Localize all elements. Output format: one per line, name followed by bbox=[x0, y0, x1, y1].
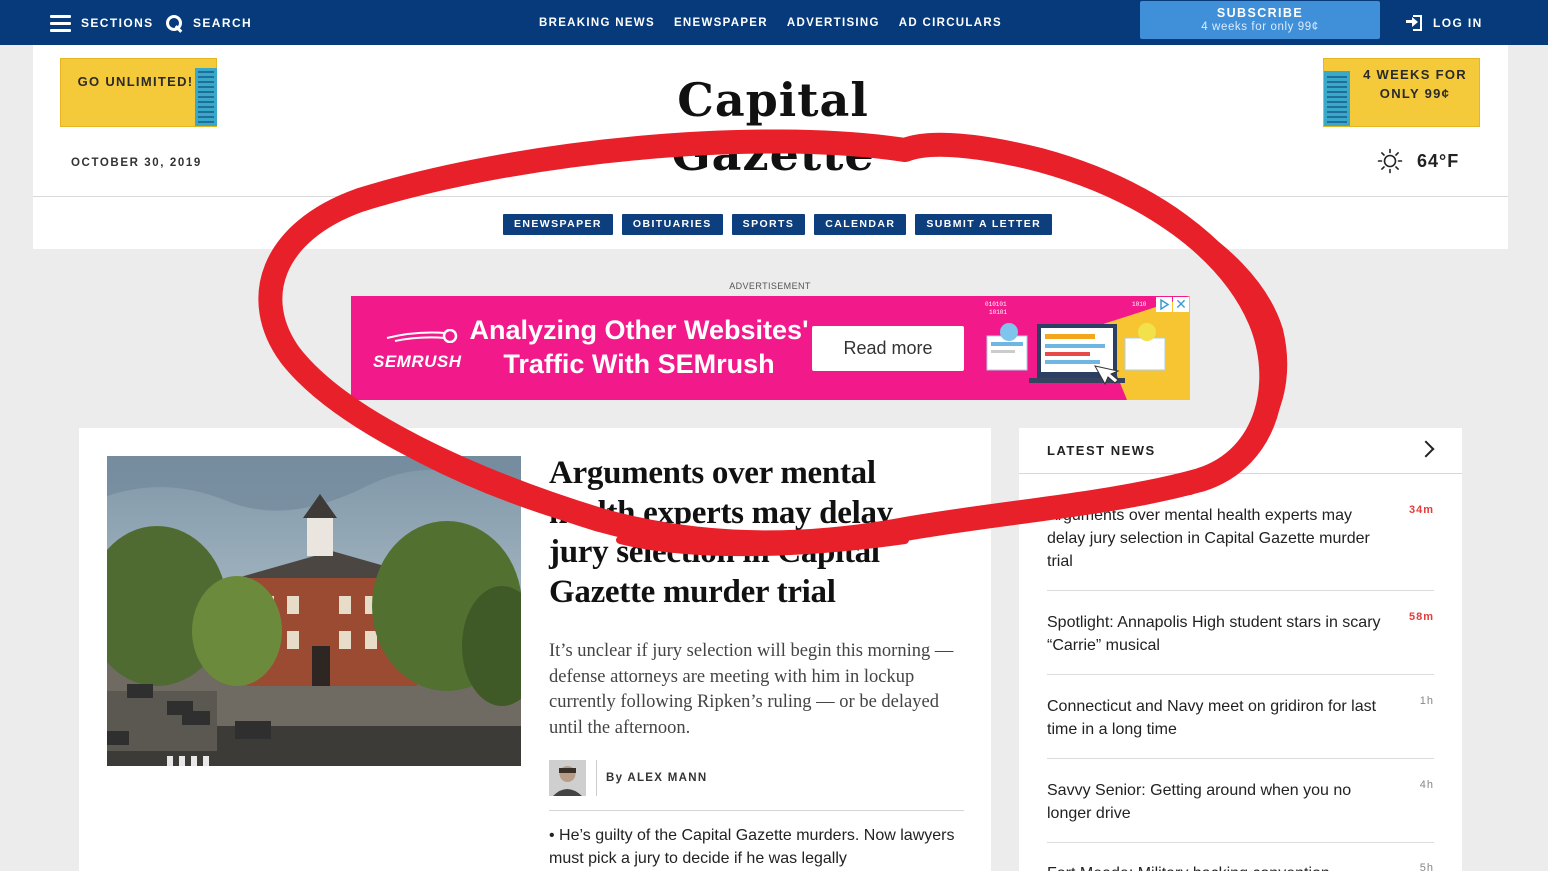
latest-news-title: LATEST NEWS bbox=[1047, 443, 1156, 458]
ad-headline-line-1: Analyzing Other Websites' bbox=[469, 315, 809, 345]
ad-headline: Analyzing Other Websites' Traffic With S… bbox=[469, 313, 809, 381]
list-item[interactable]: Spotlight: Annapolis High student stars … bbox=[1047, 611, 1434, 675]
related-story-link[interactable]: • He’s guilty of the Capital Gazette mur… bbox=[549, 825, 969, 870]
story-photo[interactable] bbox=[107, 456, 521, 766]
nav-link-breaking-news[interactable]: BREAKING NEWS bbox=[539, 17, 655, 29]
sections-label: SECTIONS bbox=[81, 15, 154, 30]
masthead: GO UNLIMITED! Capital Gazette 4 WEEKS FO… bbox=[33, 45, 1508, 249]
story-divider bbox=[549, 810, 964, 811]
ad-choices-icon[interactable] bbox=[1156, 297, 1172, 312]
nav-link-advertising[interactable]: ADVERTISING bbox=[787, 17, 880, 29]
news-headline: Savvy Senior: Getting around when you no… bbox=[1047, 782, 1352, 822]
top-story-card: Arguments over mental health experts may… bbox=[79, 428, 991, 871]
chevron-right-icon[interactable] bbox=[1417, 440, 1435, 458]
weather-widget[interactable]: 64°F bbox=[1377, 148, 1459, 174]
subscribe-button[interactable]: SUBSCRIBE 4 weeks for only 99¢ bbox=[1140, 1, 1380, 39]
site-logo[interactable]: Capital Gazette bbox=[573, 73, 973, 181]
news-timestamp: 34m bbox=[1408, 504, 1434, 516]
ad-headline-line-2: Traffic With SEMrush bbox=[503, 349, 775, 379]
svg-text:010101: 010101 bbox=[985, 301, 1007, 308]
byline-divider bbox=[596, 760, 597, 796]
current-date: OCTOBER 30, 2019 bbox=[71, 157, 202, 169]
ad-brand-logo: SEMRUSH bbox=[373, 352, 462, 371]
author-avatar[interactable] bbox=[549, 760, 586, 796]
search-icon bbox=[165, 14, 183, 32]
list-item[interactable]: Connecticut and Navy meet on gridiron fo… bbox=[1047, 695, 1434, 759]
nav-link-enewspaper[interactable]: ENEWSPAPER bbox=[674, 17, 768, 29]
news-timestamp: 5h bbox=[1419, 862, 1434, 871]
pill-enewspaper[interactable]: ENEWSPAPER bbox=[503, 214, 613, 235]
latest-news-header[interactable]: LATEST NEWS bbox=[1019, 428, 1462, 474]
news-headline: Fort Meade: Military hacking convention bbox=[1047, 862, 1392, 871]
story-headline[interactable]: Arguments over mental health experts may… bbox=[549, 454, 959, 612]
latest-news-panel: LATEST NEWS Arguments over mental health… bbox=[1019, 428, 1462, 871]
news-timestamp: 4h bbox=[1419, 779, 1434, 791]
svg-text:10101: 10101 bbox=[989, 309, 1007, 316]
sign-in-icon bbox=[1405, 14, 1423, 31]
login-label: LOG IN bbox=[1433, 15, 1483, 30]
sections-button[interactable]: SECTIONS bbox=[50, 0, 154, 45]
promo-left-text: GO UNLIMITED! bbox=[77, 74, 194, 89]
masthead-divider bbox=[33, 196, 1508, 197]
list-item[interactable]: Savvy Senior: Getting around when you no… bbox=[1047, 779, 1434, 843]
banner-advertisement[interactable]: SEMRUSH Analyzing Other Websites' Traffi… bbox=[351, 296, 1190, 400]
pill-obituaries[interactable]: OBITUARIES bbox=[621, 214, 723, 235]
go-unlimited-promo[interactable]: GO UNLIMITED! bbox=[60, 58, 217, 127]
subscribe-title: SUBSCRIBE bbox=[1216, 6, 1304, 20]
news-headline: Arguments over mental health experts may… bbox=[1047, 507, 1370, 570]
subscribe-offer: 4 weeks for only 99¢ bbox=[1201, 21, 1319, 33]
temperature: 64°F bbox=[1417, 150, 1460, 171]
news-headline: Spotlight: Annapolis High student stars … bbox=[1047, 614, 1381, 654]
list-item[interactable]: Fort Meade: Military hacking convention … bbox=[1047, 862, 1434, 871]
news-headline: Connecticut and Navy meet on gridiron fo… bbox=[1047, 698, 1377, 738]
four-weeks-promo[interactable]: 4 WEEKS FOR ONLY 99¢ bbox=[1323, 58, 1480, 127]
courthouse-photo bbox=[107, 456, 521, 766]
login-button[interactable]: LOG IN bbox=[1405, 0, 1483, 45]
ad-read-more-button[interactable]: Read more bbox=[812, 326, 964, 371]
advertisement-label: ADVERTISEMENT bbox=[729, 281, 811, 291]
sun-icon bbox=[1377, 148, 1403, 174]
pill-calendar[interactable]: CALENDAR bbox=[814, 214, 907, 235]
story-byline: By ALEX MANN bbox=[549, 760, 707, 796]
building-icon bbox=[1324, 71, 1350, 126]
semrush-flame-icon bbox=[386, 329, 458, 343]
news-timestamp: 1h bbox=[1419, 695, 1434, 707]
pill-sports[interactable]: SPORTS bbox=[731, 214, 806, 235]
news-timestamp: 58m bbox=[1408, 611, 1434, 623]
story-summary: It’s unclear if jury selection will begi… bbox=[549, 641, 954, 738]
top-nav-links: BREAKING NEWS ENEWSPAPER ADVERTISING AD … bbox=[539, 0, 1002, 45]
search-label: SEARCH bbox=[193, 15, 253, 30]
svg-text:1010: 1010 bbox=[1132, 301, 1147, 308]
hamburger-menu-icon bbox=[50, 14, 71, 32]
author-name[interactable]: By ALEX MANN bbox=[606, 772, 707, 784]
ad-close-icon[interactable]: ✕ bbox=[1173, 297, 1189, 312]
search-button[interactable]: SEARCH bbox=[165, 0, 252, 45]
section-pills: ENEWSPAPER OBITUARIES SPORTS CALENDAR SU… bbox=[503, 214, 1053, 235]
list-item[interactable]: Arguments over mental health experts may… bbox=[1047, 504, 1434, 591]
promo-right-text: 4 WEEKS FOR ONLY 99¢ bbox=[1363, 67, 1467, 101]
top-navigation-bar: SECTIONS SEARCH BREAKING NEWS ENEWSPAPER… bbox=[0, 0, 1548, 45]
building-icon bbox=[195, 68, 217, 126]
pill-submit-a-letter[interactable]: SUBMIT A LETTER bbox=[915, 214, 1053, 235]
nav-link-ad-circulars[interactable]: AD CIRCULARS bbox=[899, 17, 1002, 29]
